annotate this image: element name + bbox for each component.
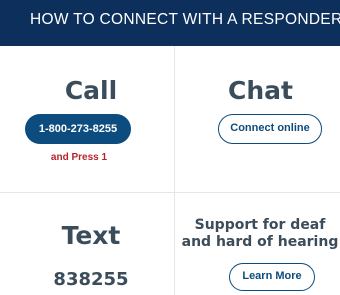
- deaf-support-option: Support for deaf and hard of hearing Lea…: [175, 193, 340, 295]
- chat-heading: Chat: [228, 76, 293, 105]
- deaf-support-heading: Support for deaf and hard of hearing: [177, 217, 340, 251]
- connect-online-button[interactable]: Connect online: [218, 114, 322, 144]
- call-option: Call 1-800-273-8255 and Press 1: [0, 46, 174, 192]
- deaf-support-heading-line1: Support for deaf: [194, 217, 326, 233]
- call-phone-button[interactable]: 1-800-273-8255: [25, 114, 131, 144]
- chat-option: Chat Connect online: [175, 46, 340, 192]
- call-heading: Call: [64, 76, 118, 105]
- text-number: 838255: [53, 269, 129, 290]
- call-press-note: and Press 1: [50, 152, 108, 163]
- section-title: HOW TO CONNECT WITH A RESPONDER: [30, 11, 340, 28]
- deaf-support-heading-line2: and hard of hearing: [181, 234, 339, 250]
- text-heading: Text: [61, 221, 121, 250]
- section-header: HOW TO CONNECT WITH A RESPONDER: [0, 0, 340, 46]
- text-option: Text 838255: [0, 193, 174, 295]
- responder-options-grid: Call 1-800-273-8255 and Press 1 Chat Con…: [0, 46, 340, 295]
- learn-more-button[interactable]: Learn More: [229, 263, 315, 291]
